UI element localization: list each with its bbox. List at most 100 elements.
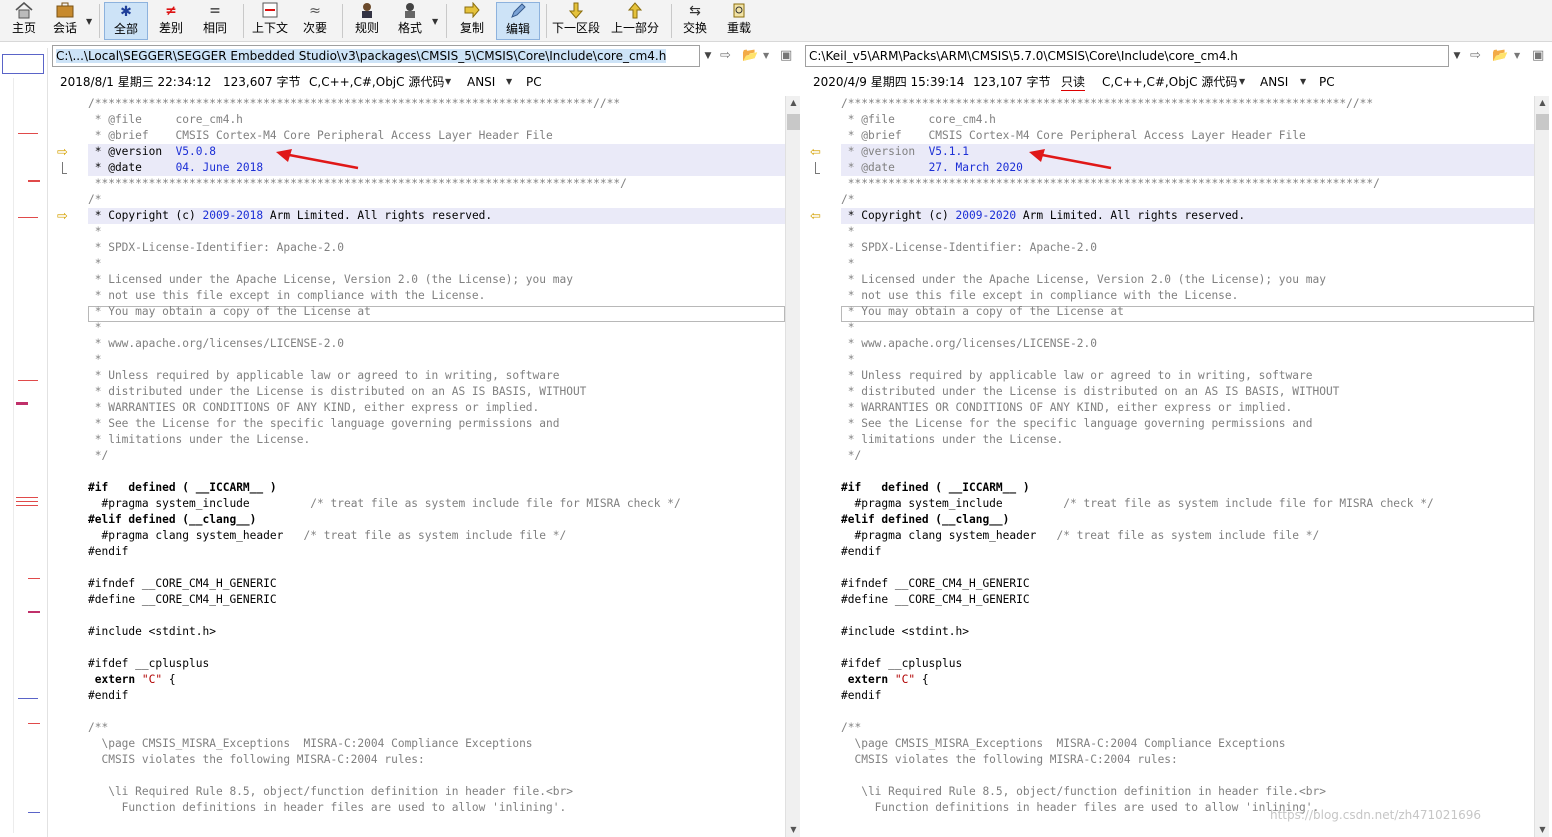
left-encoding-select[interactable]: ANSI — [467, 72, 495, 92]
toolbar-label: 次要 — [302, 21, 327, 35]
edit-button[interactable]: 编辑 — [496, 2, 540, 40]
code-line: #ifdef __cplusplus — [841, 657, 963, 670]
diff-arrow-icon[interactable]: ⇨ — [57, 145, 68, 161]
left-format-select[interactable]: C,C++,C#,ObjC 源代码 — [309, 72, 444, 92]
left-path-input[interactable]: C:\...\Local\SEGGER\SEGGER Embedded Stud… — [52, 45, 700, 67]
code-text: defined (__clang__) — [874, 513, 1010, 526]
all-button[interactable]: ✱ 全部 — [104, 2, 148, 40]
diff-arrow-icon[interactable]: ⇦ — [810, 145, 821, 161]
code-line: #pragma clang system_header /* treat fil… — [841, 528, 1319, 544]
reload-button[interactable]: 重载 — [721, 2, 757, 40]
right-encoding-select[interactable]: ANSI — [1260, 72, 1288, 92]
home-button[interactable]: 主页 — [8, 1, 40, 40]
approx-icon: ≈ — [309, 3, 321, 19]
version-value: V5.0.8 — [175, 145, 216, 158]
toolbar-label: 上一部分 — [610, 21, 659, 35]
code-line: * Unless required by applicable law or a… — [88, 369, 560, 382]
diff-marker — [28, 812, 40, 813]
folder-icon[interactable]: 📂 — [1492, 47, 1508, 65]
left-code-area[interactable]: /***************************************… — [88, 96, 785, 837]
scroll-down-icon[interactable]: ▼ — [1535, 823, 1550, 837]
toolbar: 主页 会话 ▼ ✱ 全部 ≠ 差别 = 相同 上下文 ≈ 次要 规则 格式 ▼ … — [0, 0, 1552, 42]
chevron-down-icon[interactable]: ▼ — [86, 17, 92, 26]
code-line: * — [841, 257, 855, 270]
folder-icon[interactable]: 📂 — [742, 47, 758, 65]
save-icon[interactable]: ▣ — [780, 47, 792, 65]
code-line: * not use this file except in compliance… — [88, 289, 486, 302]
refresh-arrow-icon[interactable]: ⇨ — [1470, 47, 1481, 65]
same-button[interactable]: = 相同 — [197, 2, 233, 40]
right-code-pane[interactable]: ⇦ ⇦ /***********************************… — [805, 96, 1552, 837]
date-value: 04. June 2018 — [175, 161, 264, 174]
chevron-down-icon[interactable]: ▼ — [506, 72, 512, 92]
code-line: CMSIS violates the following MISRA-C:200… — [841, 753, 1178, 766]
chevron-down-icon[interactable]: ▼ — [1449, 45, 1465, 67]
chevron-down-icon[interactable]: ▼ — [1300, 72, 1306, 92]
overview-viewport[interactable] — [2, 54, 44, 74]
code-string: "C" — [894, 673, 916, 686]
code-text: #pragma system_include — [841, 497, 1003, 510]
rules-button[interactable]: 规则 — [349, 2, 385, 40]
toolbar-label: 复制 — [459, 21, 484, 35]
diff-arrow-icon[interactable]: ⇨ — [57, 209, 68, 225]
session-button[interactable]: 会话 — [49, 2, 81, 40]
code-line: #ifndef __CORE_CM4_H_GENERIC — [88, 577, 277, 590]
code-line: * @brief CMSIS Cortex-M4 Core Peripheral… — [88, 129, 553, 142]
swap-icon: ⇆ — [689, 3, 701, 19]
right-format-select[interactable]: C,C++,C#,ObjC 源代码 — [1102, 72, 1237, 92]
left-datetime: 2018/8/1 星期三 22:34:12 — [60, 75, 212, 89]
left-code-pane[interactable]: ⇨ ⇨ /***********************************… — [52, 96, 800, 837]
code-line: * — [841, 353, 855, 366]
left-lineend[interactable]: PC — [526, 72, 542, 92]
briefcase-icon — [56, 2, 74, 21]
chevron-down-icon[interactable]: ▼ — [432, 17, 438, 26]
right-path-input[interactable]: C:\Keil_v5\ARM\Packs\ARM\CMSIS\5.7.0\CMS… — [805, 45, 1449, 67]
scroll-up-icon[interactable]: ▲ — [1535, 96, 1550, 110]
toolbar-label: 规则 — [354, 21, 379, 35]
scroll-thumb[interactable] — [787, 114, 800, 130]
home-icon — [15, 1, 33, 21]
diff-marker — [28, 578, 40, 579]
toolbar-label: 下一区段 — [551, 21, 600, 35]
chevron-down-icon[interactable]: ▼ — [1514, 47, 1520, 65]
refresh-arrow-icon[interactable]: ⇨ — [720, 47, 731, 65]
diff-marker — [18, 133, 38, 134]
scroll-down-icon[interactable]: ▼ — [786, 823, 801, 837]
context-button[interactable]: 上下文 — [249, 2, 291, 40]
left-vertical-scrollbar[interactable]: ▲ ▼ — [785, 96, 800, 837]
readonly-badge[interactable]: 只读 — [1061, 74, 1086, 91]
copy-button[interactable]: 复制 — [454, 1, 490, 40]
right-code-area[interactable]: /***************************************… — [841, 96, 1534, 837]
code-line-date: * @date 04. June 2018 — [88, 160, 263, 176]
scroll-up-icon[interactable]: ▲ — [786, 96, 801, 110]
diff-overview-strip[interactable] — [0, 48, 48, 837]
code-text: Arm Limited. All rights reserved. — [1016, 209, 1246, 222]
toolbar-separator — [243, 4, 244, 38]
chevron-down-icon[interactable]: ▼ — [1239, 72, 1245, 92]
code-line: */ — [88, 449, 109, 462]
toolbar-label: 重载 — [726, 21, 751, 35]
next-section-button[interactable]: 下一区段 — [551, 2, 601, 40]
code-line: * You may obtain a copy of the License a… — [841, 305, 1124, 318]
code-line: #ifndef __CORE_CM4_H_GENERIC — [841, 577, 1030, 590]
right-datetime: 2020/4/9 星期四 15:39:14 — [813, 75, 965, 89]
right-lineend[interactable]: PC — [1319, 72, 1335, 92]
scroll-thumb[interactable] — [1536, 114, 1549, 130]
toolbar-separator — [99, 4, 100, 38]
swap-button[interactable]: ⇆ 交换 — [677, 2, 713, 40]
format-button[interactable]: 格式 — [392, 2, 428, 40]
diff-button[interactable]: ≠ 差别 — [153, 2, 189, 40]
save-icon[interactable]: ▣ — [1532, 47, 1544, 65]
chevron-down-icon[interactable]: ▼ — [445, 72, 451, 92]
code-line: \li Required Rule 8.5, object/function d… — [88, 785, 573, 798]
diff-marker — [28, 723, 40, 724]
right-vertical-scrollbar[interactable]: ▲ ▼ — [1534, 96, 1549, 837]
chevron-down-icon[interactable]: ▼ — [763, 47, 769, 65]
prev-part-button[interactable]: 上一部分 — [610, 2, 660, 40]
chevron-down-icon[interactable]: ▼ — [700, 45, 716, 67]
diff-arrow-icon[interactable]: ⇦ — [810, 209, 821, 225]
minor-button[interactable]: ≈ 次要 — [297, 2, 333, 40]
down-arrow-icon — [568, 2, 584, 21]
code-line: Function definitions in header files are… — [841, 801, 1320, 814]
code-line: /***************************************… — [88, 97, 621, 110]
